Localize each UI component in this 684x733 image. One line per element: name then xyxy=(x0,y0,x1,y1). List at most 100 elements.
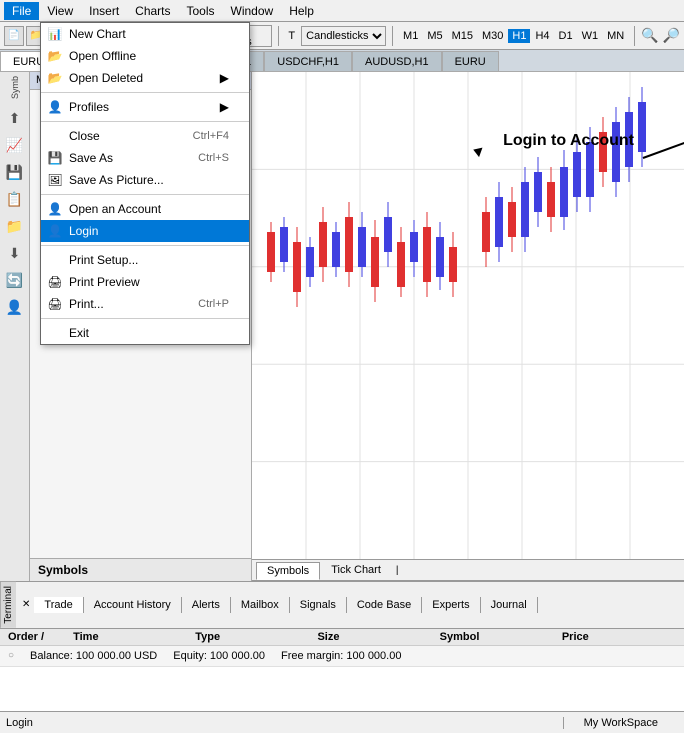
zoom-in-icon[interactable]: 🔍 xyxy=(641,27,658,44)
save-pic-icon: 🖼 xyxy=(47,172,63,188)
chart-tab-euru[interactable]: EURU xyxy=(442,51,499,71)
tf-h4[interactable]: H4 xyxy=(531,29,553,43)
menu-close[interactable]: Close Ctrl+F4 xyxy=(41,125,249,147)
toolbar-icon-1[interactable]: 📄 xyxy=(4,26,24,46)
toolbar-sep-5 xyxy=(634,26,635,46)
file-dropdown-menu: 📊 New Chart 📂 Open Offline 📂 Open Delete… xyxy=(40,22,250,345)
sep-5 xyxy=(41,318,249,319)
timeframe-bar: M1 M5 M15 M30 H1 H4 D1 W1 MN xyxy=(399,29,628,43)
chart-tab-audusd[interactable]: AUDUSD,H1 xyxy=(352,51,442,71)
profiles-icon: 👤 xyxy=(47,99,63,115)
tf-m5[interactable]: M5 xyxy=(423,29,446,43)
nav-icon-4[interactable]: 📋 xyxy=(3,187,27,211)
zoom-out-icon[interactable]: 🔎 xyxy=(663,27,680,44)
status-workspace: My WorkSpace xyxy=(563,717,678,729)
menu-print-preview[interactable]: 🖨 Print Preview xyxy=(41,271,249,293)
print-setup-icon xyxy=(47,252,63,268)
menu-open-offline[interactable]: 📂 Open Offline xyxy=(41,45,249,67)
terminal-tab-signals[interactable]: Signals xyxy=(290,597,347,613)
left-sidebar: Symb ⬆ 📈 💾 📋 📁 ⬇ 🔄 👤 xyxy=(0,72,30,581)
tf-m30[interactable]: M30 xyxy=(478,29,507,43)
terminal-tab-codebase[interactable]: Code Base xyxy=(347,597,422,613)
col-price: Price xyxy=(558,631,680,643)
balance-text: Balance: 100 000.00 USD xyxy=(30,650,157,662)
sep-3 xyxy=(41,194,249,195)
tf-m1[interactable]: M1 xyxy=(399,29,422,43)
menu-login[interactable]: 👤 Login xyxy=(41,220,249,242)
terminal-header: Terminal ✕ Trade Account History Alerts … xyxy=(0,582,684,629)
menu-view[interactable]: View xyxy=(39,2,81,20)
sep-1 xyxy=(41,92,249,93)
menu-tools[interactable]: Tools xyxy=(179,2,223,20)
menu-profiles[interactable]: 👤 Profiles ▶ xyxy=(41,96,249,118)
open-offline-icon: 📂 xyxy=(47,48,63,64)
account-icon: 👤 xyxy=(47,201,63,217)
tab-separator: | xyxy=(396,565,399,576)
chart-type-select[interactable]: Candlesticks xyxy=(301,26,386,46)
col-order: Order / xyxy=(4,631,69,643)
tf-m15[interactable]: M15 xyxy=(448,29,477,43)
nav-icon-3[interactable]: 💾 xyxy=(3,160,27,184)
tab-tick-chart[interactable]: Tick Chart xyxy=(320,561,392,579)
app-window: File View Insert Charts Tools Window Hel… xyxy=(0,0,684,733)
nav-icon-2[interactable]: 📈 xyxy=(3,133,27,157)
profiles-arrow: ▶ xyxy=(220,100,229,114)
tf-w1[interactable]: W1 xyxy=(578,29,603,43)
tf-mn[interactable]: MN xyxy=(603,29,628,43)
chart-type-icon: T xyxy=(288,30,295,42)
col-type: Type xyxy=(191,631,313,643)
menu-print-setup[interactable]: Print Setup... xyxy=(41,249,249,271)
tab-symbols[interactable]: Symbols xyxy=(256,562,320,580)
free-margin-text: Free margin: 100 000.00 xyxy=(281,650,401,662)
menu-open-account[interactable]: 👤 Open an Account xyxy=(41,198,249,220)
col-time: Time xyxy=(69,631,191,643)
balance-indicator: ○ xyxy=(8,650,14,662)
profiles-section: Symbols xyxy=(30,558,251,581)
tf-d1[interactable]: D1 xyxy=(555,29,577,43)
login-icon: 👤 xyxy=(47,223,63,239)
annotation-container: Login to Account xyxy=(503,132,634,150)
terminal-columns: Order / Time Type Size Symbol Price xyxy=(0,629,684,646)
menu-file[interactable]: File xyxy=(4,2,39,20)
save-as-icon: 💾 xyxy=(47,150,63,166)
menu-window[interactable]: Window xyxy=(223,2,282,20)
menu-insert[interactable]: Insert xyxy=(81,2,127,20)
nav-icon-1[interactable]: ⬆ xyxy=(3,106,27,130)
bottom-tab-bar: Symbols Tick Chart | xyxy=(252,559,684,581)
nav-icon-5[interactable]: 📁 xyxy=(3,214,27,238)
col-symbol: Symbol xyxy=(436,631,558,643)
terminal-tab-mailbox[interactable]: Mailbox xyxy=(231,597,290,613)
toolbar-sep-3 xyxy=(278,26,279,46)
terminal-tab-experts[interactable]: Experts xyxy=(422,597,480,613)
chart-display: Login to Account xyxy=(252,72,684,559)
terminal-label[interactable]: Terminal xyxy=(0,582,16,628)
menu-print[interactable]: 🖨 Print... Ctrl+P xyxy=(41,293,249,315)
tf-h1[interactable]: H1 xyxy=(508,29,530,43)
terminal-tab-trade[interactable]: Trade xyxy=(34,597,83,613)
equity-text: Equity: 100 000.00 xyxy=(173,650,265,662)
market-watch-label: Symb xyxy=(10,76,20,99)
menu-save-as[interactable]: 💾 Save As Ctrl+S xyxy=(41,147,249,169)
terminal-close-btn[interactable]: ✕ xyxy=(18,599,34,610)
status-login: Login xyxy=(6,717,563,729)
menu-exit[interactable]: Exit xyxy=(41,322,249,344)
menu-new-chart[interactable]: 📊 New Chart xyxy=(41,23,249,45)
nav-icon-6[interactable]: ⬇ xyxy=(3,241,27,265)
nav-icon-7[interactable]: 🔄 xyxy=(3,268,27,292)
terminal-area: Terminal ✕ Trade Account History Alerts … xyxy=(0,581,684,711)
menu-charts[interactable]: Charts xyxy=(127,2,178,20)
close-icon xyxy=(47,128,63,144)
menu-help[interactable]: Help xyxy=(281,2,322,20)
chart-tab-usdchf[interactable]: USDCHF,H1 xyxy=(264,51,352,71)
terminal-tab-journal[interactable]: Journal xyxy=(481,597,538,613)
terminal-tab-account-history[interactable]: Account History xyxy=(84,597,182,613)
annotation-text: Login to Account xyxy=(503,132,634,149)
sep-2 xyxy=(41,121,249,122)
menu-save-as-picture[interactable]: 🖼 Save As Picture... xyxy=(41,169,249,191)
col-size: Size xyxy=(313,631,435,643)
menu-open-deleted[interactable]: 📂 Open Deleted ▶ xyxy=(41,67,249,89)
chart-main: Login to Account Symbols Tick Chart | xyxy=(252,72,684,581)
nav-icon-8[interactable]: 👤 xyxy=(3,295,27,319)
terminal-tab-alerts[interactable]: Alerts xyxy=(182,597,231,613)
menu-bar: File View Insert Charts Tools Window Hel… xyxy=(0,0,684,22)
